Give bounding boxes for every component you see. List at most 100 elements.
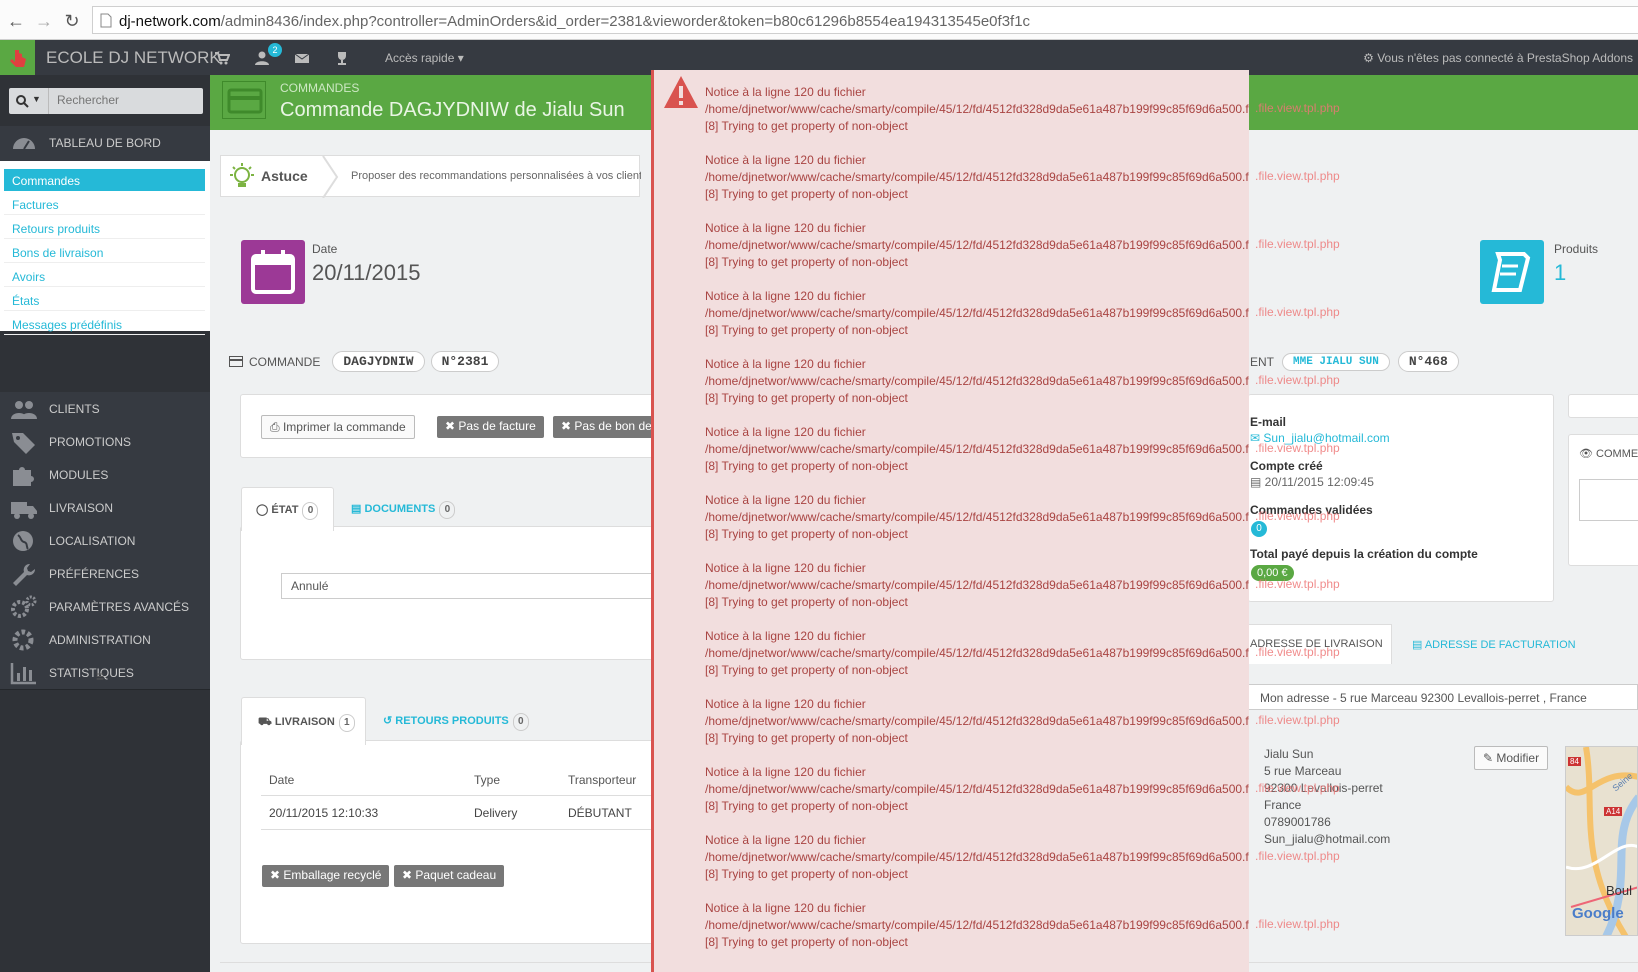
shipping-panel: ⛟ LIVRAISON 1 ↺ RETOURS PRODUITS 0 Date Ty… — [240, 697, 661, 944]
shipping-type: Delivery — [474, 806, 518, 820]
search-type-button[interactable]: ▼ — [9, 88, 49, 114]
envelope-icon[interactable] — [294, 50, 310, 66]
forward-arrow-icon[interactable]: → — [34, 11, 54, 31]
php-notice: Notice à la ligne 120 du fichier/home/dj… — [705, 560, 1249, 611]
notice-path-overflow: .file.view.tpl.php — [1255, 373, 1340, 387]
prestashop-logo[interactable] — [0, 40, 35, 75]
tip-label: Astuce — [261, 168, 308, 184]
tab-documents[interactable]: ▤ DOCUMENTS 0 — [351, 501, 456, 519]
credit-card-icon — [229, 356, 243, 367]
notice-line2: /home/djnetwor/www/cache/smarty/compile/… — [705, 306, 1249, 320]
table-divider — [261, 829, 661, 830]
sidebar-item-clients[interactable]: CLIENTS — [0, 392, 210, 426]
submenu-item[interactable]: Bons de livraison — [4, 241, 205, 263]
notice-line2: /home/djnetwor/www/cache/smarty/compile/… — [705, 442, 1249, 456]
recycled-packaging-button[interactable]: ✖ Emballage recyclé — [262, 865, 390, 887]
book-icon — [1480, 240, 1544, 304]
sidebar-item-tableau-de-bord[interactable]: TABLEAU DE BORD — [0, 126, 210, 160]
sidebar-item-localisation[interactable]: LOCALISATION — [0, 524, 210, 558]
breadcrumb[interactable]: COMMANDES — [280, 81, 359, 95]
browser-toolbar: ← → ↻ dj-network.com/admin8436/index.php… — [0, 0, 1638, 40]
notice-line3: [8] Trying to get property of non-object — [705, 255, 908, 269]
submenu-item[interactable]: Avoirs — [4, 265, 205, 287]
notice-line1: Notice à la ligne 120 du fichier — [705, 221, 866, 235]
php-notice: Notice à la ligne 120 du fichier/home/dj… — [705, 356, 1249, 407]
tab-delivery-label: ⛟ LIVRAISON 1 — [258, 714, 355, 732]
comment-textarea[interactable] — [1579, 479, 1638, 521]
notice-line2: /home/djnetwor/www/cache/smarty/compile/… — [705, 170, 1249, 184]
trophy-icon[interactable] — [334, 50, 350, 66]
gift-wrapping-label: Paquet cadeau — [415, 868, 497, 882]
sidebar-item-modules[interactable]: MODULES — [0, 458, 210, 492]
shop-name[interactable]: ECOLE DJ NETWORK — [46, 48, 221, 68]
cart-icon[interactable] — [214, 50, 230, 66]
sidebar-item-promotions[interactable]: PROMOTIONS — [0, 425, 210, 459]
address-map[interactable]: 84 A14 Seine Boul Google — [1565, 746, 1638, 936]
back-arrow-icon[interactable]: ← — [6, 11, 26, 31]
sidebar-item-preferences[interactable]: PRÉFÉRENCES — [0, 557, 210, 591]
map-road-84: 84 — [1568, 757, 1581, 766]
php-notice: Notice à la ligne 120 du fichier/home/dj… — [705, 900, 1249, 951]
notice-line2: /home/djnetwor/www/cache/smarty/compile/… — [705, 578, 1249, 592]
address-bar[interactable]: dj-network.com/admin8436/index.php?contr… — [92, 6, 1638, 34]
gift-wrapping-button[interactable]: ✖ Paquet cadeau — [394, 865, 505, 887]
lightbulb-icon — [230, 163, 254, 187]
sidebar-item-administration[interactable]: ADMINISTRATION — [0, 623, 210, 657]
tab-documents-count: 0 — [439, 501, 456, 519]
notice-line2: /home/djnetwor/www/cache/smarty/compile/… — [705, 510, 1249, 524]
search-box: ▼ — [9, 88, 203, 114]
column-header-carrier: Transporteur — [568, 773, 637, 787]
notice-path-overflow: .file.view.tpl.php — [1255, 713, 1340, 727]
quick-access-dropdown[interactable]: Accès rapide ▾ — [385, 51, 464, 65]
customer-panel: E-mail ✉ Sun_jialu@hotmail.com Compte cr… — [1248, 394, 1554, 602]
sidebar-item-statistiques[interactable]: STATISTIQUES — [0, 656, 210, 690]
notice-path-overflow: .file.view.tpl.php — [1255, 441, 1340, 455]
php-notice: Notice à la ligne 120 du fichier/home/dj… — [705, 220, 1249, 271]
customer-name-pill[interactable]: MME JIALU SUN — [1282, 352, 1390, 371]
modify-address-button[interactable]: ✎ Modifier — [1474, 746, 1549, 770]
sidebar-item-label: PRÉFÉRENCES — [49, 567, 140, 581]
php-notice: Notice à la ligne 120 du fichier/home/dj… — [705, 492, 1249, 543]
table-divider — [261, 795, 661, 796]
address-select[interactable]: Mon adresse - 5 rue Marceau 92300 Levall… — [1248, 684, 1638, 710]
tab-status[interactable]: ◯ ÉTAT 0 — [241, 487, 334, 531]
notice-path-overflow: .file.view.tpl.php — [1255, 781, 1340, 795]
submenu-item[interactable]: Retours produits — [4, 217, 205, 239]
sidebar-item-parametres-avances[interactable]: PARAMÈTRES AVANCÉS — [0, 590, 210, 624]
order-status-select[interactable]: Annulé — [281, 573, 661, 599]
users-icon — [11, 401, 37, 419]
collapse-sidebar-icon[interactable]: ≡ — [96, 668, 104, 684]
tab-delivery[interactable]: ⛟ LIVRAISON 1 — [241, 697, 366, 745]
submenu-item[interactable]: Factures — [4, 193, 205, 215]
notice-line1: Notice à la ligne 120 du fichier — [705, 85, 866, 99]
sidebar-item-label: TABLEAU DE BORD — [49, 136, 161, 150]
order-reference: DAGJYDNIW — [332, 351, 425, 372]
notice-path-overflow: .file.view.tpl.php — [1255, 509, 1340, 523]
map-place-label: Boul — [1606, 883, 1633, 898]
notice-line1: Notice à la ligne 120 du fichier — [705, 901, 866, 915]
print-order-button[interactable]: ⎙ Imprimer la commande — [261, 415, 415, 439]
sidebar-item-livraison[interactable]: LIVRAISON — [0, 491, 210, 525]
no-invoice-label: Pas de facture — [458, 419, 536, 433]
orders-submenu: Commandes Factures Retours produits Bons de… — [0, 161, 210, 335]
sidebar-item-label: PARAMÈTRES AVANCÉS — [49, 600, 190, 614]
tab-status-count: 0 — [302, 502, 319, 520]
notification-badge: 2 — [268, 43, 282, 57]
truck-icon — [11, 502, 37, 519]
no-invoice-button[interactable]: ✖ Pas de facture — [437, 416, 544, 438]
tab-returns[interactable]: ↺ RETOURS PRODUITS 0 — [383, 713, 529, 731]
search-input[interactable] — [57, 93, 197, 107]
total-paid-label: Total payé depuis la création du compte — [1250, 547, 1478, 561]
tab-invoice-address[interactable]: ▤ ADRESSE DE FACTURATION — [1412, 638, 1576, 651]
addons-status[interactable]: ⚙ Vous n'êtes pas connecté à PrestaShop … — [1363, 51, 1633, 65]
reload-icon[interactable]: ↻ — [62, 11, 82, 31]
php-notice: Notice à la ligne 120 du fichier/home/dj… — [705, 628, 1249, 679]
order-heading-label: COMMANDE — [249, 354, 321, 369]
submenu-item[interactable]: Messages prédéfinis — [4, 313, 205, 335]
messages-input[interactable] — [1568, 394, 1638, 418]
submenu-item[interactable]: États — [4, 289, 205, 311]
submenu-item[interactable]: Commandes — [4, 169, 205, 191]
php-notice: Notice à la ligne 120 du fichier/home/dj… — [705, 288, 1249, 339]
comment-tab[interactable]: 👁 COMMEN — [1579, 447, 1638, 460]
notice-path-overflow: .file.view.tpl.php — [1255, 645, 1340, 659]
